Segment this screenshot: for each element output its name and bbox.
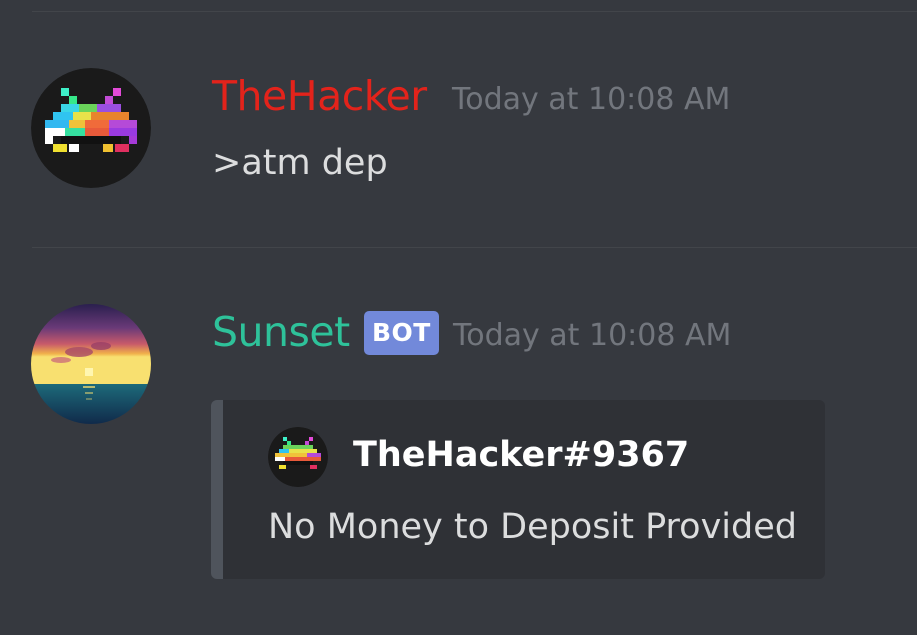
bot-badge: BOT: [364, 311, 439, 355]
bot-author[interactable]: Sunset: [212, 308, 350, 356]
embed-author-avatar[interactable]: [268, 427, 328, 487]
message-timestamp: Today at 10:08 AM: [452, 82, 731, 117]
embed-description: No Money to Deposit Provided: [268, 507, 797, 547]
embed-author-name[interactable]: TheHacker#9367: [353, 433, 689, 477]
message-timestamp: Today at 10:08 AM: [453, 318, 732, 353]
space-invader-icon: [31, 68, 151, 188]
message-divider: [32, 11, 917, 12]
space-invader-icon: [268, 427, 328, 487]
message-content: >atm dep: [212, 143, 388, 183]
message-divider: [32, 247, 917, 248]
message-author[interactable]: TheHacker: [212, 72, 427, 120]
chat-messages-pane: TheHacker Today at 10:08 AM >atm dep Sun…: [0, 0, 917, 635]
user-avatar[interactable]: [31, 68, 151, 188]
message-embed: TheHacker#9367 No Money to Deposit Provi…: [211, 400, 825, 579]
sunset-icon: [31, 304, 151, 424]
bot-avatar[interactable]: [31, 304, 151, 424]
